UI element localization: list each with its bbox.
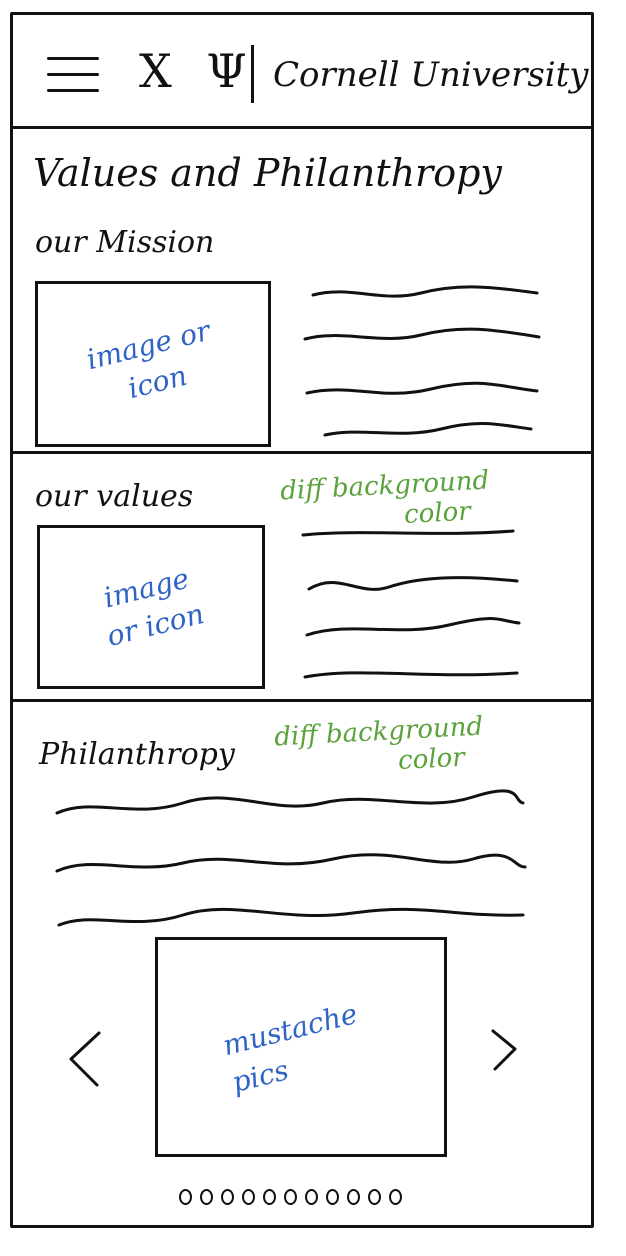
carousel-dot[interactable] — [326, 1189, 339, 1205]
carousel-dot[interactable] — [389, 1189, 402, 1205]
values-image-note: image or icon — [100, 561, 208, 653]
carousel-dot[interactable] — [179, 1189, 192, 1205]
philanthropy-heading: Philanthropy — [39, 737, 235, 772]
carousel-dot[interactable] — [221, 1189, 234, 1205]
logo-separator — [251, 45, 254, 103]
mission-image-placeholder: image or icon — [35, 281, 271, 447]
carousel-pagination — [179, 1185, 439, 1209]
chevron-left-icon[interactable] — [65, 1029, 105, 1093]
carousel-dot[interactable] — [305, 1189, 318, 1205]
philanthropy-background-note: diff background color — [274, 712, 486, 783]
carousel-dot[interactable] — [242, 1189, 255, 1205]
values-heading: our values — [35, 479, 194, 514]
values-image-placeholder: image or icon — [37, 525, 265, 689]
site-header: X Ψ Cornell University — [13, 15, 591, 129]
carousel-dot[interactable] — [200, 1189, 213, 1205]
carousel-dot[interactable] — [347, 1189, 360, 1205]
mission-image-note: image or icon — [83, 313, 214, 406]
carousel-dot[interactable] — [368, 1189, 381, 1205]
carousel-image-placeholder: mustache pics — [155, 937, 447, 1157]
phone-frame: X Ψ Cornell University Values and Philan… — [10, 12, 594, 1228]
hamburger-bar — [47, 89, 99, 92]
mission-heading: our Mission — [35, 225, 215, 260]
mission-text-placeholder — [303, 285, 541, 437]
chapter-logo[interactable]: X Ψ — [139, 41, 257, 101]
chevron-right-icon[interactable] — [487, 1025, 523, 1079]
carousel-dot[interactable] — [284, 1189, 297, 1205]
philanthropy-text-placeholder — [55, 789, 527, 927]
carousel-dot[interactable] — [263, 1189, 276, 1205]
carousel-image-note: mustache pics — [219, 997, 361, 1100]
university-name[interactable]: Cornell University — [273, 47, 589, 103]
values-text-placeholder — [301, 529, 521, 679]
hamburger-bar — [47, 73, 99, 76]
page-title: Values and Philanthropy — [33, 151, 502, 195]
hamburger-bar — [47, 57, 99, 60]
mission-values-divider — [13, 451, 591, 454]
hamburger-icon[interactable] — [47, 55, 103, 95]
values-philanthropy-divider — [13, 699, 591, 702]
